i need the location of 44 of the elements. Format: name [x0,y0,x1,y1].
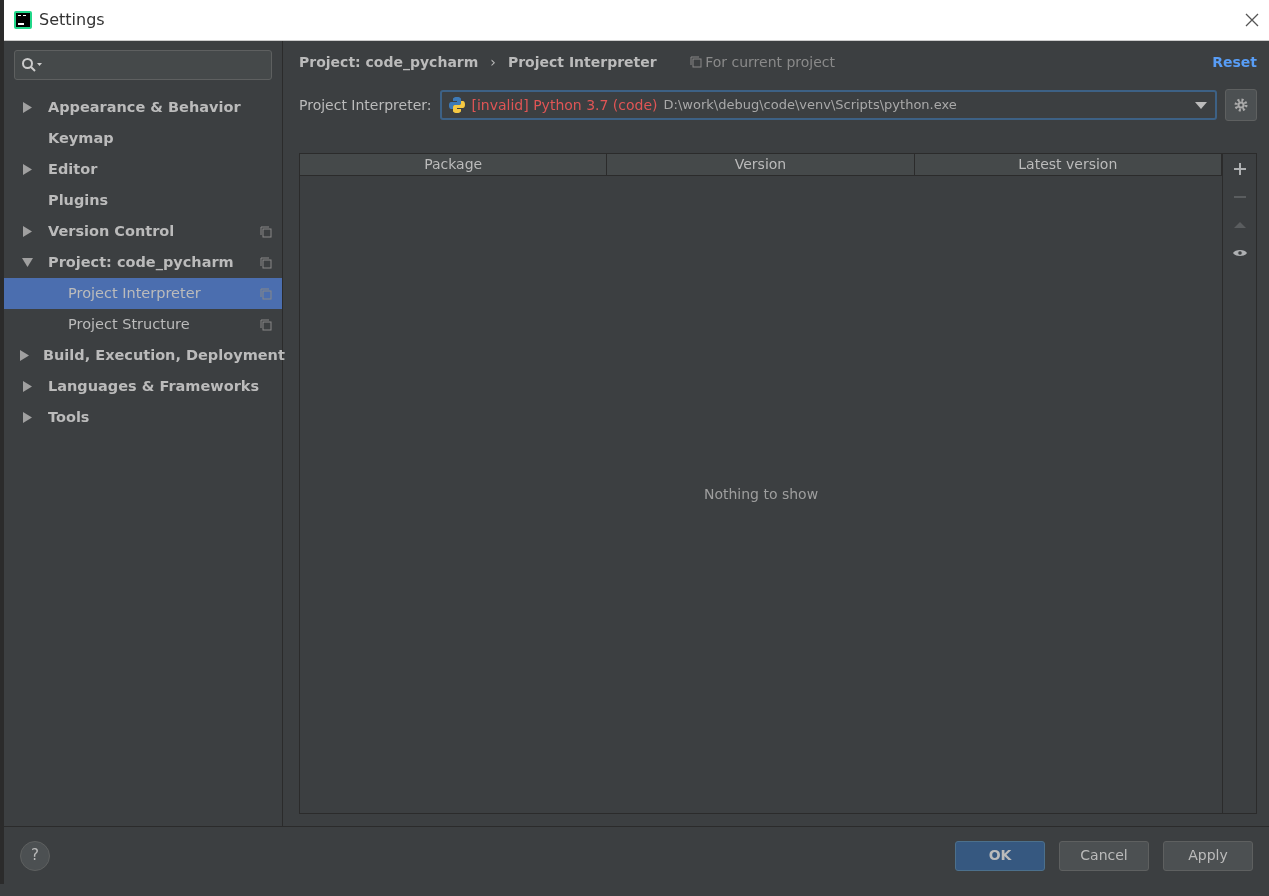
help-button[interactable]: ? [20,840,50,871]
sidebar-item[interactable]: Editor [4,154,282,185]
sidebar-item[interactable]: Plugins [4,185,282,216]
collapsed-arrow-icon [22,381,32,392]
window-title: Settings [39,9,105,31]
collapsed-arrow-icon [22,164,32,175]
close-icon[interactable] [1245,13,1259,27]
reset-link[interactable]: Reset [1212,51,1257,73]
empty-message: Nothing to show [703,485,819,504]
caret-icon [1195,101,1207,109]
dialog-button[interactable]: OK [955,840,1045,871]
sidebar-item[interactable]: Version Control [4,216,282,247]
sidebar-item[interactable]: Project Structure [4,309,282,340]
add-icon[interactable] [1232,162,1247,176]
settings-button[interactable] [1225,89,1257,121]
breadcrumb-item: Project Interpreter [507,52,657,72]
collapsed-arrow-icon [22,412,32,423]
search-icon [21,57,43,73]
sidebar-item[interactable]: Project: code_pycharm [4,247,282,278]
interpreter-dropdown[interactable]: [invalid] Python 3.7 (code) D:\work\debug\code\venv\Scripts\python.exe [439,90,1217,120]
collapsed-arrow-icon [22,226,32,237]
column-header[interactable]: Latest version [914,154,1222,176]
column-header[interactable]: Version [607,154,915,176]
app-logo-icon [14,11,32,29]
python-logo-icon [447,96,466,114]
dialog-button[interactable]: Cancel [1059,840,1149,871]
scope-note: For current project [705,52,836,72]
sidebar-item[interactable]: Appearance & Behavior [4,92,282,123]
sidebar-item[interactable]: Languages & Frameworks [4,371,282,402]
search-field[interactable] [14,50,272,80]
column-header[interactable]: Package [300,154,608,176]
dialog-button[interactable]: Apply [1163,840,1253,871]
sidebar-item[interactable]: Tools [4,402,282,433]
copy-icon [689,56,702,68]
sidebar-item[interactable]: Keymap [4,123,282,154]
collapsed-arrow-icon [22,102,32,113]
collapsed-arrow-icon [20,350,29,361]
breadcrumb-item: Project: code_pycharm [299,52,479,73]
expanded-arrow-icon [21,258,33,267]
interpreter-name: [invalid] Python 3.7 (code) [471,95,658,115]
gear-icon [1233,97,1249,113]
field-label: Project Interpreter: [299,95,432,115]
interpreter-path: D:\work\debug\code\venv\Scripts\python.exe [663,96,957,115]
breadcrumb-separator: › [490,52,496,72]
